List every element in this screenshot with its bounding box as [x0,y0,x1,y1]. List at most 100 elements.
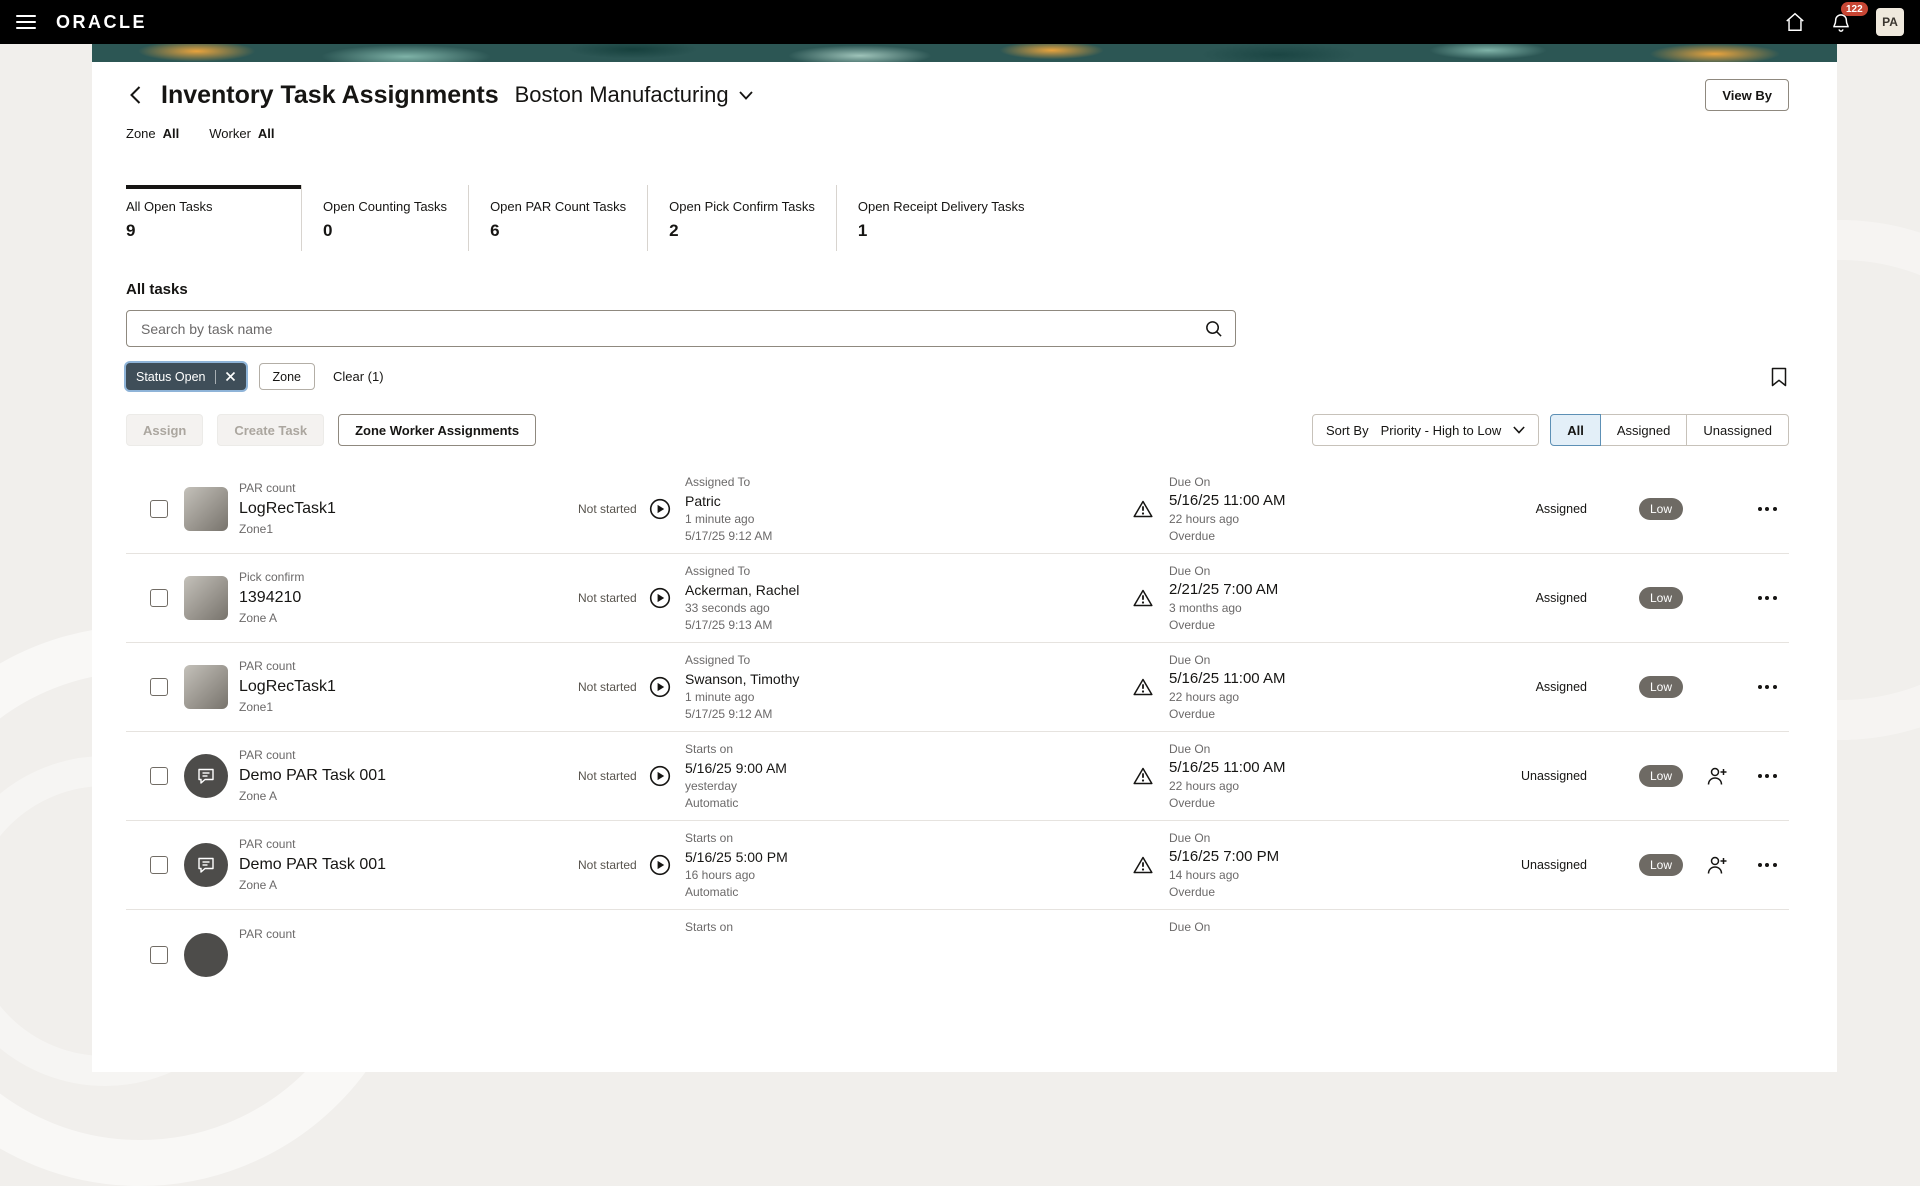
table-row: PAR count Demo PAR Task 001 Zone A Not s… [126,821,1789,910]
app-top-bar: ORACLE 122 PA [0,0,1920,44]
overdue-warning-icon [1131,500,1155,518]
assignment-status: Unassigned [1520,858,1587,872]
worker-filter-label: Worker [209,126,251,141]
zone-filter[interactable]: Zone All [126,126,179,141]
search-icon[interactable] [1204,319,1223,338]
page-header: Inventory Task Assignments Boston Manufa… [126,76,1789,114]
task-checkbox[interactable] [150,500,168,518]
row-overflow-menu-icon[interactable] [1756,501,1779,517]
search-input[interactable] [139,319,1204,338]
sort-by-value: Priority - High to Low [1380,422,1502,438]
worker-filter[interactable]: Worker All [209,126,274,141]
user-avatar[interactable]: PA [1876,8,1904,36]
status-open-chip[interactable]: Status Open [126,363,246,390]
starts-on-block: Starts on 5/16/25 5:00 PM 16 hours ago A… [685,830,788,899]
task-checkbox[interactable] [150,589,168,607]
priority-badge: Low [1638,498,1683,520]
segment-assigned[interactable]: Assigned [1599,414,1688,446]
start-task-icon[interactable] [649,854,671,876]
chip-divider [214,369,216,384]
tab-all-open-tasks[interactable]: All Open Tasks 9 [126,185,302,251]
due-on-block: Due On 2/21/25 7:00 AM 3 months ago Over… [1169,563,1279,632]
task-info[interactable]: PAR count Demo PAR Task 001 Zone A [228,837,578,893]
table-row: PAR count Starts on Due On [126,910,1789,999]
sort-by-dropdown[interactable]: Sort By Priority - High to Low [1311,414,1540,446]
clear-filters-link[interactable]: Clear (1) [333,369,384,384]
task-status: Not started [578,769,637,783]
bookmark-icon[interactable] [1769,365,1789,389]
menu-icon[interactable] [16,15,36,29]
starts-on-block: Starts on 5/16/25 9:00 AM yesterday Auto… [685,741,787,810]
task-status: Not started [578,502,637,516]
task-tabs: All Open Tasks 9 Open Counting Tasks 0 O… [126,185,1789,251]
assigned-to-block: Assigned To Ackerman, Rachel 33 seconds … [685,563,800,632]
search-row [126,310,1789,347]
task-checkbox[interactable] [150,767,168,785]
task-type-avatar [184,932,228,977]
remove-status-filter-icon[interactable] [225,371,236,382]
create-task-button[interactable]: Create Task [217,414,325,446]
assignment-status: Assigned [1535,591,1587,605]
org-selector-value: Boston Manufacturing [514,82,729,107]
zone-filter-label: Zone [126,126,156,141]
tab-open-par-count-tasks[interactable]: Open PAR Count Tasks 6 [469,185,649,251]
zone-filter-value: All [162,126,180,141]
start-task-icon[interactable] [649,587,671,609]
overdue-warning-icon [1131,678,1155,696]
zone-worker-assignments-button[interactable]: Zone Worker Assignments [338,414,537,446]
view-by-button[interactable]: View By [1705,79,1789,111]
task-checkbox[interactable] [150,945,168,964]
segment-unassigned[interactable]: Unassigned [1686,414,1789,446]
assigned-to-block: Assigned To Patric 1 minute ago 5/17/25 … [685,474,773,543]
due-on-block: Due On 5/16/25 11:00 AM 22 hours ago Ove… [1169,474,1286,543]
start-task-icon[interactable] [649,676,671,698]
worker-filter-value: All [257,126,275,141]
tab-open-pick-confirm-tasks[interactable]: Open Pick Confirm Tasks 2 [648,185,837,251]
back-button[interactable] [126,84,145,106]
assign-worker-icon[interactable] [1706,855,1728,875]
tab-open-counting-tasks[interactable]: Open Counting Tasks 0 [302,185,470,251]
home-icon[interactable] [1784,11,1806,33]
status-open-chip-label: Status Open [136,369,206,384]
row-overflow-menu-icon[interactable] [1756,590,1779,606]
assignment-segmented-control: All Assigned Unassigned [1550,414,1789,446]
content-column: Inventory Task Assignments Boston Manufa… [92,44,1837,1072]
assignment-status: Unassigned [1520,769,1587,783]
task-info[interactable]: PAR count [228,927,578,983]
tab-open-receipt-delivery-tasks[interactable]: Open Receipt Delivery Tasks 1 [837,185,1046,251]
segment-all[interactable]: All [1550,414,1601,446]
banner-image [92,44,1837,62]
task-info[interactable]: PAR count LogRecTask1 Zone1 [228,659,578,715]
overdue-warning-icon [1131,767,1155,785]
start-task-icon[interactable] [649,765,671,787]
notifications-bell-icon[interactable]: 122 [1830,2,1868,33]
table-row: PAR count LogRecTask1 Zone1 Not started … [126,643,1789,732]
row-overflow-menu-icon[interactable] [1756,679,1779,695]
search-box [126,310,1236,347]
table-row: Pick confirm 1394210 Zone A Not started … [126,554,1789,643]
zone-chip[interactable]: Zone [258,363,315,390]
task-list: PAR count LogRecTask1 Zone1 Not started … [126,465,1789,999]
priority-badge: Low [1638,765,1683,787]
overdue-warning-icon [1131,856,1155,874]
task-checkbox[interactable] [150,856,168,874]
row-overflow-menu-icon[interactable] [1756,857,1779,873]
actions-row: Assign Create Task Zone Worker Assignmen… [126,414,1789,446]
assign-button[interactable]: Assign [126,414,204,446]
start-task-icon[interactable] [649,498,671,520]
task-info[interactable]: Pick confirm 1394210 Zone A [228,570,578,626]
org-selector[interactable]: Boston Manufacturing [515,82,753,108]
chat-bubble-icon [198,857,214,873]
section-title: All tasks [126,281,188,298]
task-type-avatar [184,843,228,887]
task-thumbnail-image [184,665,228,709]
assign-worker-icon[interactable] [1706,766,1728,786]
chat-bubble-icon [198,768,214,784]
chevron-down-icon [738,90,753,100]
row-overflow-menu-icon[interactable] [1756,768,1779,784]
task-info[interactable]: PAR count Demo PAR Task 001 Zone A [228,748,578,804]
task-checkbox[interactable] [150,678,168,696]
task-info[interactable]: PAR count LogRecTask1 Zone1 [228,481,578,537]
task-type-avatar [184,754,228,798]
assigned-to-block: Assigned To Swanson, Timothy 1 minute ag… [685,652,800,721]
